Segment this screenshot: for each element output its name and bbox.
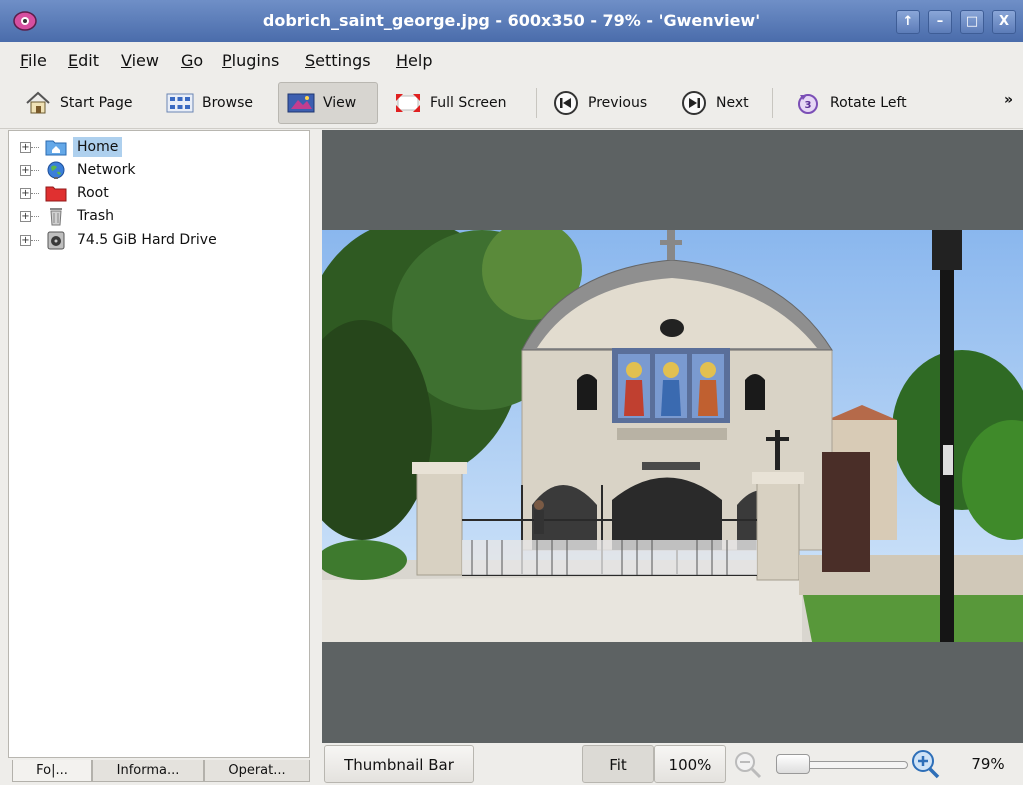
next-icon bbox=[680, 89, 708, 117]
tree-item-hard-drive[interactable]: + 74.5 GiB Hard Drive bbox=[20, 229, 221, 251]
menu-edit[interactable]: Edit bbox=[68, 50, 99, 72]
menu-file-mnemonic: F bbox=[20, 51, 29, 70]
tree-label: 74.5 GiB Hard Drive bbox=[77, 232, 217, 248]
keep-above-button[interactable]: ↑ bbox=[896, 10, 920, 34]
thumbnails-grid-icon bbox=[166, 89, 194, 117]
menu-settings-mnemonic: S bbox=[305, 51, 316, 70]
tab-operations[interactable]: Operat... bbox=[204, 760, 310, 782]
menu-plugins[interactable]: Plugins bbox=[222, 50, 279, 72]
image-view-icon bbox=[287, 89, 315, 117]
menu-help[interactable]: Help bbox=[396, 50, 432, 72]
house-icon bbox=[24, 89, 52, 117]
fit-button[interactable]: Fit bbox=[582, 745, 654, 783]
menu-settings-label: ettings bbox=[315, 51, 371, 70]
rotate-left-button[interactable]: 3 Rotate Left bbox=[786, 82, 924, 124]
expand-icon[interactable]: + bbox=[20, 141, 31, 153]
tree-item-home[interactable]: + Home bbox=[20, 136, 123, 158]
menu-view[interactable]: View bbox=[121, 50, 159, 72]
tree-label: Network bbox=[77, 162, 136, 178]
menu-go-label: o bbox=[193, 51, 204, 70]
hard-drive-icon bbox=[45, 230, 67, 250]
trash-icon bbox=[45, 206, 67, 226]
sidebar-splitter[interactable] bbox=[310, 130, 322, 785]
menu-settings[interactable]: Settings bbox=[305, 50, 371, 72]
window-title: dobrich_saint_george.jpg - 600x350 - 79%… bbox=[262, 11, 761, 30]
toolbar-separator bbox=[536, 88, 537, 118]
zoom-in-icon[interactable] bbox=[908, 748, 942, 780]
previous-button[interactable]: Previous bbox=[544, 82, 666, 124]
home-folder-icon bbox=[45, 137, 67, 157]
previous-label: Previous bbox=[588, 95, 648, 111]
full-screen-label: Full Screen bbox=[430, 95, 507, 111]
zoom-slider-handle[interactable] bbox=[776, 754, 810, 774]
tab-information[interactable]: Informa... bbox=[92, 760, 204, 782]
zoom-level: 79% bbox=[971, 755, 1005, 773]
tree-label: Trash bbox=[77, 208, 114, 224]
full-screen-icon bbox=[394, 89, 422, 117]
menu-help-mnemonic: H bbox=[396, 51, 409, 70]
menu-view-mnemonic: V bbox=[121, 51, 132, 70]
start-page-label: Start Page bbox=[60, 95, 133, 111]
tree-connector bbox=[31, 146, 39, 148]
rotate-left-icon: 3 bbox=[794, 89, 822, 117]
tree-connector bbox=[31, 169, 39, 171]
maximize-button[interactable]: □ bbox=[960, 10, 984, 34]
tree-item-root[interactable]: + Root bbox=[20, 182, 113, 204]
gwenview-app-icon[interactable] bbox=[12, 9, 38, 33]
church-photo bbox=[292, 220, 1023, 642]
menu-go-mnemonic: G bbox=[181, 51, 194, 70]
zoom-100-button[interactable]: 100% bbox=[654, 745, 726, 783]
network-globe-icon bbox=[45, 160, 67, 180]
tree-item-network[interactable]: + Network bbox=[20, 159, 139, 181]
previous-icon bbox=[552, 89, 580, 117]
browse-label: Browse bbox=[202, 95, 253, 111]
svg-text:3: 3 bbox=[805, 100, 812, 111]
menu-plugins-label: lugins bbox=[231, 51, 280, 70]
expand-icon[interactable]: + bbox=[20, 210, 31, 222]
close-button[interactable]: X bbox=[992, 10, 1016, 34]
tab-folders[interactable]: Fo|... bbox=[12, 760, 92, 782]
start-page-button[interactable]: Start Page bbox=[16, 82, 150, 124]
browse-button[interactable]: Browse bbox=[158, 82, 268, 124]
tree-label: Home bbox=[73, 137, 123, 157]
minimize-button[interactable]: – bbox=[928, 10, 952, 34]
toolbar-overflow-button[interactable]: » bbox=[1004, 92, 1013, 108]
tree-connector bbox=[31, 192, 39, 194]
tree-connector bbox=[31, 215, 39, 217]
thumbnail-bar-button[interactable]: Thumbnail Bar bbox=[324, 745, 474, 783]
menu-go[interactable]: Go bbox=[181, 50, 203, 72]
zoom-out-icon[interactable] bbox=[732, 750, 766, 780]
root-folder-icon bbox=[45, 183, 67, 203]
full-screen-button[interactable]: Full Screen bbox=[386, 82, 526, 124]
view-label: View bbox=[323, 95, 357, 111]
expand-icon[interactable]: + bbox=[20, 164, 31, 176]
menu-file[interactable]: File bbox=[20, 50, 47, 72]
tree-connector bbox=[31, 239, 39, 241]
tree-item-trash[interactable]: + Trash bbox=[20, 205, 118, 227]
menu-view-label: iew bbox=[131, 51, 159, 70]
next-button[interactable]: Next bbox=[672, 82, 762, 124]
menu-help-label: elp bbox=[408, 51, 433, 70]
next-label: Next bbox=[716, 95, 749, 111]
menu-edit-label: dit bbox=[78, 51, 99, 70]
menu-edit-mnemonic: E bbox=[68, 51, 79, 70]
tree-label: Root bbox=[77, 185, 109, 201]
toolbar-separator bbox=[772, 88, 773, 118]
menu-file-label: ile bbox=[28, 51, 47, 70]
view-button[interactable]: View bbox=[278, 82, 378, 124]
rotate-left-label: Rotate Left bbox=[830, 95, 907, 111]
menu-plugins-mnemonic: P bbox=[222, 51, 232, 70]
expand-icon[interactable]: + bbox=[20, 187, 31, 199]
expand-icon[interactable]: + bbox=[20, 234, 31, 246]
